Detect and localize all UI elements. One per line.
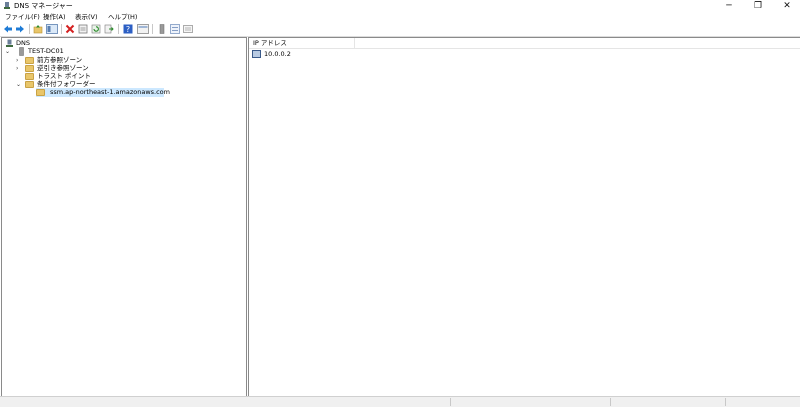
menu-bar: ファイル(F) 操作(A) 表示(V) ヘルプ(H) [0,12,800,22]
folder-icon [36,89,45,96]
folder-icon [25,73,34,80]
close-button[interactable]: ✕ [774,0,800,12]
ip-address-icon [252,50,261,58]
toolbar-separator [29,24,30,34]
folder-icon [25,81,34,88]
back-icon[interactable] [3,24,13,34]
menu-view[interactable]: 表示(V) [75,13,98,21]
chevron-down-icon[interactable]: ⌄ [5,47,10,56]
list-view-icon[interactable] [170,24,180,34]
window-title: DNS マネージャー [14,1,73,10]
tree-item-ssm-forwarder[interactable]: ssm.ap-northeast-1.amazonaws.com [25,88,175,97]
title-bar: DNS マネージャー ─ ❐ ✕ [0,0,800,12]
toolbar-separator [152,24,153,34]
show-hide-console-tree-icon[interactable] [46,24,58,34]
server-icon [19,47,24,56]
toolbar-separator [118,24,119,34]
column-header-ip[interactable]: IP アドレス [249,38,355,48]
status-divider [610,398,611,406]
status-divider [450,398,451,406]
toolbar-separator [61,24,62,34]
console-tree[interactable]: DNS ⌄ TEST-DC01 › 前方参照ゾーン › 逆引き参照ゾーン トラス… [1,37,247,397]
ip-address-value: 10.0.0.2 [264,50,291,58]
properties-icon[interactable] [78,24,88,34]
folder-icon [25,57,34,64]
tree-label: ssm.ap-northeast-1.amazonaws.com [50,88,170,96]
export-list-icon[interactable] [104,24,114,34]
tree-item-server[interactable]: ⌄ TEST-DC01 [5,47,205,56]
result-pane[interactable]: IP アドレス 10.0.0.2 [248,37,800,396]
status-divider [725,398,726,406]
refresh-icon[interactable] [91,24,101,34]
menu-action[interactable]: 操作(A) [43,13,66,21]
maximize-button[interactable]: ❐ [745,0,771,12]
folder-icon [25,65,34,72]
tree-label: TEST-DC01 [28,47,64,55]
menu-file[interactable]: ファイル(F) [5,13,40,21]
detail-view-icon[interactable] [183,24,193,34]
up-folder-icon[interactable] [33,24,43,34]
chevron-down-icon[interactable]: ⌄ [16,80,21,89]
status-bar [0,396,800,407]
dns-manager-icon [4,2,10,9]
delete-icon[interactable] [65,24,75,34]
help-icon[interactable]: ? [123,24,133,34]
minimize-button[interactable]: ─ [716,0,742,12]
column-header-label: IP アドレス [253,39,287,47]
svg-text:?: ? [126,25,130,34]
menu-help[interactable]: ヘルプ(H) [108,13,137,21]
toolbar: ? [0,22,800,37]
column-header-row: IP アドレス [249,38,800,49]
console-icon[interactable] [137,24,149,34]
forward-icon[interactable] [15,24,25,34]
server-icon[interactable] [157,24,167,34]
